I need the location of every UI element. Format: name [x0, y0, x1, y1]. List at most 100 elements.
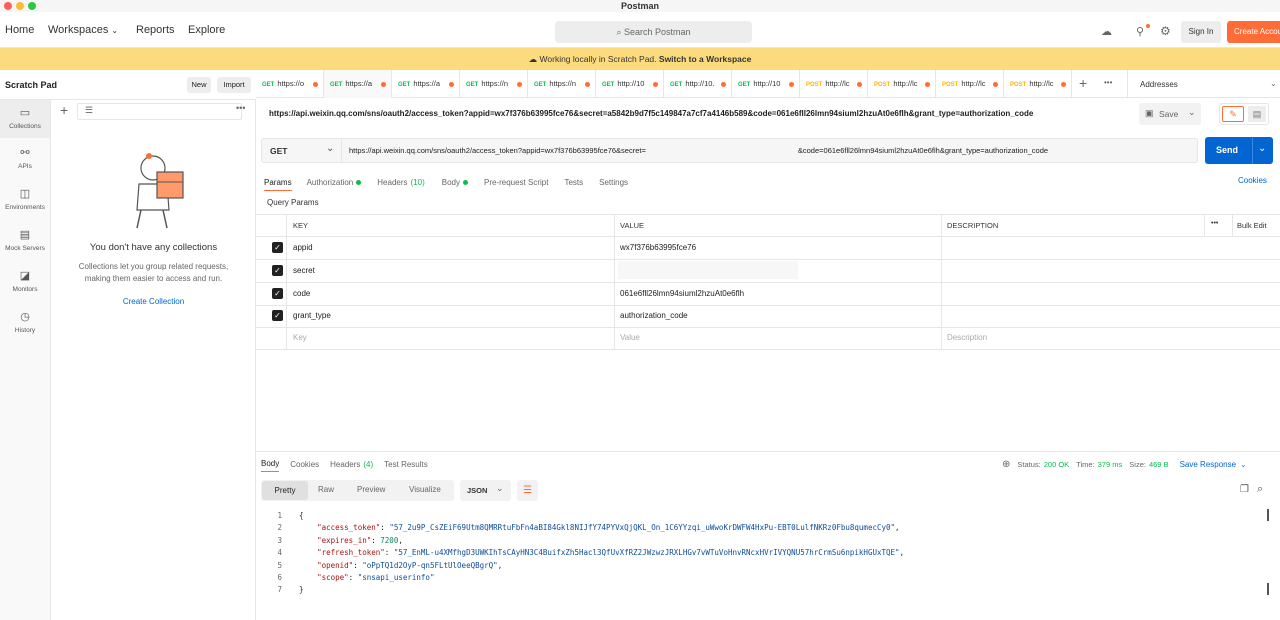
method-select[interactable]: GET ⌄	[262, 139, 342, 162]
search-icon[interactable]: ⌕	[1257, 483, 1263, 496]
search-input[interactable]: ⌕ Search Postman	[555, 21, 752, 43]
response-tab-headers[interactable]: Headers	[330, 460, 360, 472]
param-key[interactable]: grant_type	[293, 311, 331, 320]
switch-workspace-link[interactable]: Switch to a Workspace	[659, 54, 751, 64]
request-title[interactable]: https://api.weixin.qq.com/sns/oauth2/acc…	[269, 109, 1109, 118]
globe-icon[interactable]: ⊕	[1002, 459, 1010, 470]
cloud-sync-icon[interactable]: ☁	[1101, 25, 1112, 38]
size-value[interactable]: 469 B	[1149, 460, 1169, 469]
request-tab[interactable]: POST http://lc	[800, 70, 868, 98]
status-value[interactable]: 200 OK	[1044, 460, 1069, 469]
import-button[interactable]: Import	[217, 77, 251, 93]
rail-collections[interactable]: ▭ Collections	[0, 100, 50, 138]
chevron-down-icon[interactable]: ⌄	[1240, 460, 1246, 469]
request-tab[interactable]: GET https://n	[460, 70, 528, 98]
raw-button[interactable]: Raw	[318, 485, 334, 494]
edit-icon[interactable]: ✎	[1222, 106, 1244, 122]
new-button[interactable]: New	[187, 77, 211, 93]
new-value-input[interactable]: Value	[620, 333, 640, 342]
satellite-icon[interactable]: ⚲	[1136, 25, 1144, 38]
more-options-icon[interactable]: •••	[236, 103, 245, 113]
format-select[interactable]: JSON ⌄	[460, 480, 511, 501]
request-tab[interactable]: GET https://n	[528, 70, 596, 98]
response-tab-body[interactable]: Body	[261, 459, 280, 472]
response-tab-cookies[interactable]: Cookies	[290, 460, 319, 472]
param-checkbox[interactable]: ✓	[272, 242, 283, 253]
request-tab[interactable]: GET http://10.	[664, 70, 732, 98]
documentation-icon[interactable]: ▤	[1248, 106, 1266, 122]
param-value[interactable]: 061e6fll26lmn94siuml2hzuAt0e6flh	[620, 289, 744, 298]
new-description-input[interactable]: Description	[947, 333, 987, 342]
tab-settings[interactable]: Settings	[599, 178, 628, 190]
tab-headers[interactable]: Headers	[377, 178, 407, 190]
copy-icon[interactable]: ❐	[1240, 484, 1249, 495]
nav-home[interactable]: Home	[5, 12, 34, 48]
visualize-button[interactable]: Visualize	[409, 485, 441, 494]
scrollbar[interactable]	[1267, 583, 1269, 595]
cookies-link[interactable]: Cookies	[1238, 176, 1267, 185]
request-tab[interactable]: POST http://lc	[1004, 70, 1072, 98]
rail-history[interactable]: ◷ History	[0, 310, 50, 334]
tab-params[interactable]: Params	[264, 178, 292, 191]
add-icon[interactable]: +	[60, 102, 68, 118]
save-response-button[interactable]: Save Response	[1180, 460, 1236, 469]
scratch-pad-banner: ☁ Working locally in Scratch Pad. Switch…	[0, 48, 1280, 70]
pretty-button[interactable]: Pretty	[262, 481, 308, 500]
method-badge: GET	[602, 82, 615, 88]
method-badge: POST	[874, 82, 891, 88]
nav-explore[interactable]: Explore	[188, 12, 225, 48]
response-body[interactable]: 1{ 2 "access_token": "57_2u9P_CsZEiF69Ut…	[270, 510, 1260, 597]
more-options-icon[interactable]: •••	[1211, 220, 1218, 227]
create-collection-link[interactable]: Create Collection	[51, 297, 256, 306]
request-tab[interactable]: GET http://10	[596, 70, 664, 98]
param-checkbox[interactable]: ✓	[272, 288, 283, 299]
tab-authorization[interactable]: Authorization	[307, 178, 354, 190]
gear-icon[interactable]: ⚙	[1160, 24, 1171, 38]
url-input[interactable]: https://api.weixin.qq.com/sns/oauth2/acc…	[349, 146, 1189, 157]
tab-options-icon[interactable]: •••	[1104, 78, 1112, 87]
chevron-down-icon[interactable]: ⌄	[1270, 79, 1277, 88]
bulk-edit-button[interactable]: Bulk Edit	[1237, 221, 1267, 230]
request-tab[interactable]: GET https://a	[392, 70, 460, 98]
request-tab[interactable]: GET http://10	[732, 70, 800, 98]
param-value[interactable]: wx7f376b63995fce76	[620, 243, 696, 252]
send-button[interactable]: Send ⌄	[1205, 137, 1273, 164]
nav-workspaces[interactable]: Workspaces ⌄	[48, 12, 118, 48]
new-key-input[interactable]: Key	[293, 333, 307, 342]
param-key[interactable]: code	[293, 289, 310, 298]
param-checkbox[interactable]: ✓	[272, 310, 283, 321]
create-account-button[interactable]: Create Account	[1227, 21, 1280, 43]
rail-monitors[interactable]: ◪ Monitors	[0, 269, 50, 293]
rail-environments[interactable]: ◫ Environments	[0, 187, 50, 211]
param-checkbox[interactable]: ✓	[272, 265, 283, 276]
request-tab[interactable]: POST http://lc	[936, 70, 1004, 98]
time-value[interactable]: 379 ms	[1098, 460, 1123, 469]
time-label: Time:	[1076, 460, 1095, 469]
tab-label: http://lc	[1029, 79, 1054, 88]
nav-reports[interactable]: Reports	[136, 12, 175, 48]
chevron-down-icon[interactable]: ⌄	[1258, 143, 1266, 154]
request-tab[interactable]: POST http://lc	[868, 70, 936, 98]
tab-prerequest-script[interactable]: Pre-request Script	[484, 178, 548, 190]
response-divider[interactable]	[256, 451, 1280, 452]
wrap-lines-icon[interactable]: ☰	[517, 480, 538, 501]
new-tab-plus-icon[interactable]: +	[1079, 75, 1087, 91]
rail-mock-servers[interactable]: ▤ Mock Servers	[0, 228, 50, 252]
tab-tests[interactable]: Tests	[564, 178, 583, 190]
filter-input[interactable]: ☰	[77, 103, 242, 120]
view-toggle[interactable]: ✎ ▤	[1219, 103, 1269, 125]
response-tab-test-results[interactable]: Test Results	[384, 460, 428, 472]
rail-apis[interactable]: ⚯ APIs	[0, 146, 50, 170]
preview-button[interactable]: Preview	[357, 485, 385, 494]
request-tab[interactable]: GET https://a	[324, 70, 392, 98]
param-key[interactable]: appid	[293, 243, 313, 252]
request-tab[interactable]: GET https://o	[256, 70, 324, 98]
scrollbar[interactable]	[1267, 509, 1269, 521]
param-value-redacted[interactable]	[618, 261, 798, 279]
tab-body[interactable]: Body	[442, 178, 460, 190]
param-key[interactable]: secret	[293, 266, 315, 275]
param-value[interactable]: authorization_code	[620, 311, 688, 320]
sign-in-button[interactable]: Sign In	[1181, 21, 1221, 43]
environment-selector[interactable]: Addresses	[1140, 80, 1178, 89]
save-button[interactable]: ▣ Save ⌄	[1139, 103, 1201, 125]
